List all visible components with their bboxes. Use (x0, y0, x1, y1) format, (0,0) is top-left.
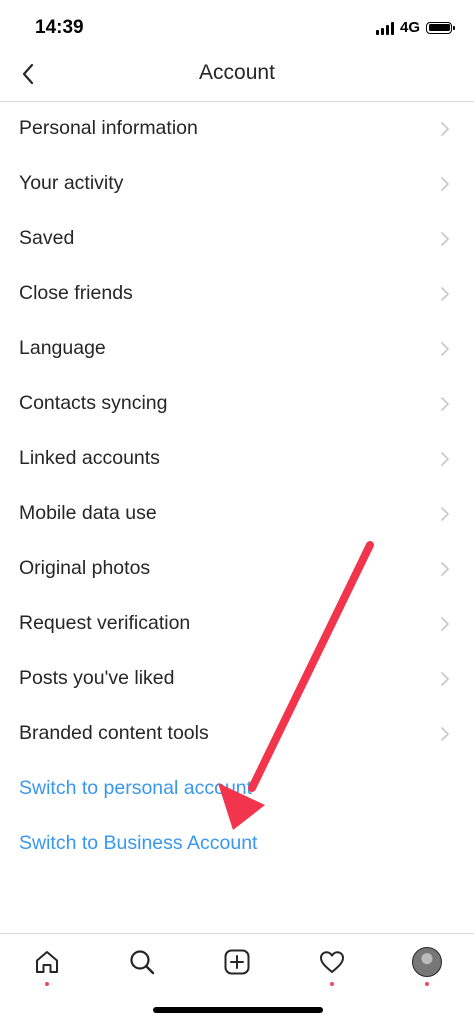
account-settings-list: Personal information Your activity Saved… (0, 101, 474, 871)
menu-item-personal-information[interactable]: Personal information (0, 101, 474, 156)
status-indicators: 4G (375, 19, 455, 36)
menu-item-label: Posts you've liked (19, 667, 175, 689)
signal-icon (375, 21, 394, 35)
switch-to-business-account-link[interactable]: Switch to Business Account (0, 816, 474, 871)
chevron-right-icon (441, 507, 449, 521)
notification-dot (330, 982, 334, 986)
chevron-right-icon (441, 177, 449, 191)
chevron-right-icon (441, 122, 449, 136)
menu-item-label: Your activity (19, 172, 124, 194)
menu-item-language[interactable]: Language (0, 321, 474, 376)
search-icon (130, 950, 155, 975)
menu-item-branded-content-tools[interactable]: Branded content tools (0, 706, 474, 761)
menu-item-saved[interactable]: Saved (0, 211, 474, 266)
tab-home[interactable] (27, 942, 67, 986)
switch-personal-label: Switch to personal account (19, 777, 253, 799)
page-title: Account (199, 61, 275, 84)
menu-item-label: Mobile data use (19, 502, 157, 524)
tab-new-post[interactable] (217, 942, 257, 982)
menu-item-label: Original photos (19, 557, 151, 579)
notification-dot (425, 982, 429, 986)
navigation-bar: Account (0, 48, 474, 102)
menu-item-linked-accounts[interactable]: Linked accounts (0, 431, 474, 486)
menu-item-mobile-data-use[interactable]: Mobile data use (0, 486, 474, 541)
menu-item-contacts-syncing[interactable]: Contacts syncing (0, 376, 474, 431)
menu-item-label: Contacts syncing (19, 392, 168, 414)
menu-item-label: Close friends (19, 282, 133, 304)
tab-activity[interactable] (312, 942, 352, 986)
chevron-right-icon (441, 562, 449, 576)
menu-item-label: Personal information (19, 117, 198, 139)
add-post-icon (224, 949, 250, 975)
battery-icon (426, 21, 455, 34)
menu-item-label: Language (19, 337, 106, 359)
profile-avatar (412, 947, 442, 977)
home-indicator (153, 1007, 323, 1013)
switch-business-label: Switch to Business Account (19, 832, 258, 854)
menu-item-label: Request verification (19, 612, 191, 634)
menu-item-your-activity[interactable]: Your activity (0, 156, 474, 211)
menu-item-original-photos[interactable]: Original photos (0, 541, 474, 596)
tab-search[interactable] (122, 942, 162, 982)
tab-profile[interactable] (407, 942, 447, 986)
status-time: 14:39 (35, 17, 84, 38)
menu-item-request-verification[interactable]: Request verification (0, 596, 474, 651)
chevron-right-icon (441, 232, 449, 246)
menu-item-posts-liked[interactable]: Posts you've liked (0, 651, 474, 706)
chevron-right-icon (441, 342, 449, 356)
network-label: 4G (399, 19, 420, 36)
home-icon (36, 951, 58, 973)
heart-icon (320, 951, 344, 973)
chevron-right-icon (441, 452, 449, 466)
chevron-right-icon (441, 672, 449, 686)
chevron-right-icon (441, 287, 449, 301)
menu-item-label: Branded content tools (19, 722, 209, 744)
notification-dot (45, 982, 49, 986)
chevron-right-icon (441, 617, 449, 631)
menu-item-label: Saved (19, 227, 75, 249)
switch-to-personal-account-link[interactable]: Switch to personal account (0, 761, 474, 816)
chevron-right-icon (441, 727, 449, 741)
menu-item-label: Linked accounts (19, 447, 160, 469)
menu-item-close-friends[interactable]: Close friends (0, 266, 474, 321)
chevron-right-icon (441, 397, 449, 411)
